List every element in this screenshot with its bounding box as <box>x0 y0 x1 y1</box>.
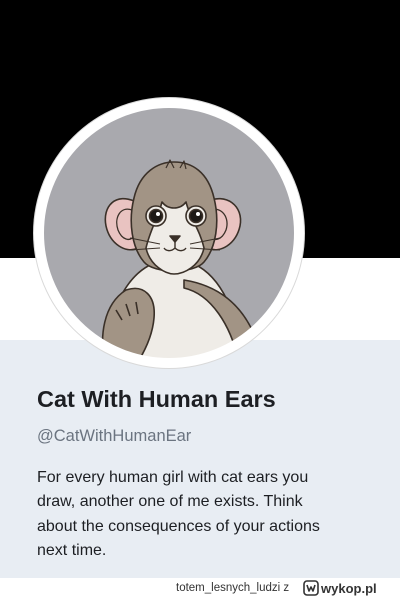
wykop-logo-icon <box>303 580 319 596</box>
bio-line: For every human girl with cat ears you <box>37 469 309 486</box>
cat-illustration-icon <box>40 104 298 362</box>
site-name: wykop.pl <box>321 580 377 596</box>
profile-bio: For every human girl with cat ears you d… <box>37 466 382 563</box>
bio-line: draw, another one of me exists. Think <box>37 493 303 511</box>
site-watermark: wykop.pl <box>303 580 377 596</box>
bio-line: next time. <box>37 541 107 559</box>
profile-handle[interactable]: @CatWithHumanEar <box>37 427 191 446</box>
profile-display-name: Cat With Human Ears <box>37 386 276 412</box>
profile-avatar[interactable] <box>34 98 304 368</box>
uploader-name: totem_lesnych_ludzi z <box>176 582 290 594</box>
bio-line: about the consequences of your actions <box>37 517 320 535</box>
